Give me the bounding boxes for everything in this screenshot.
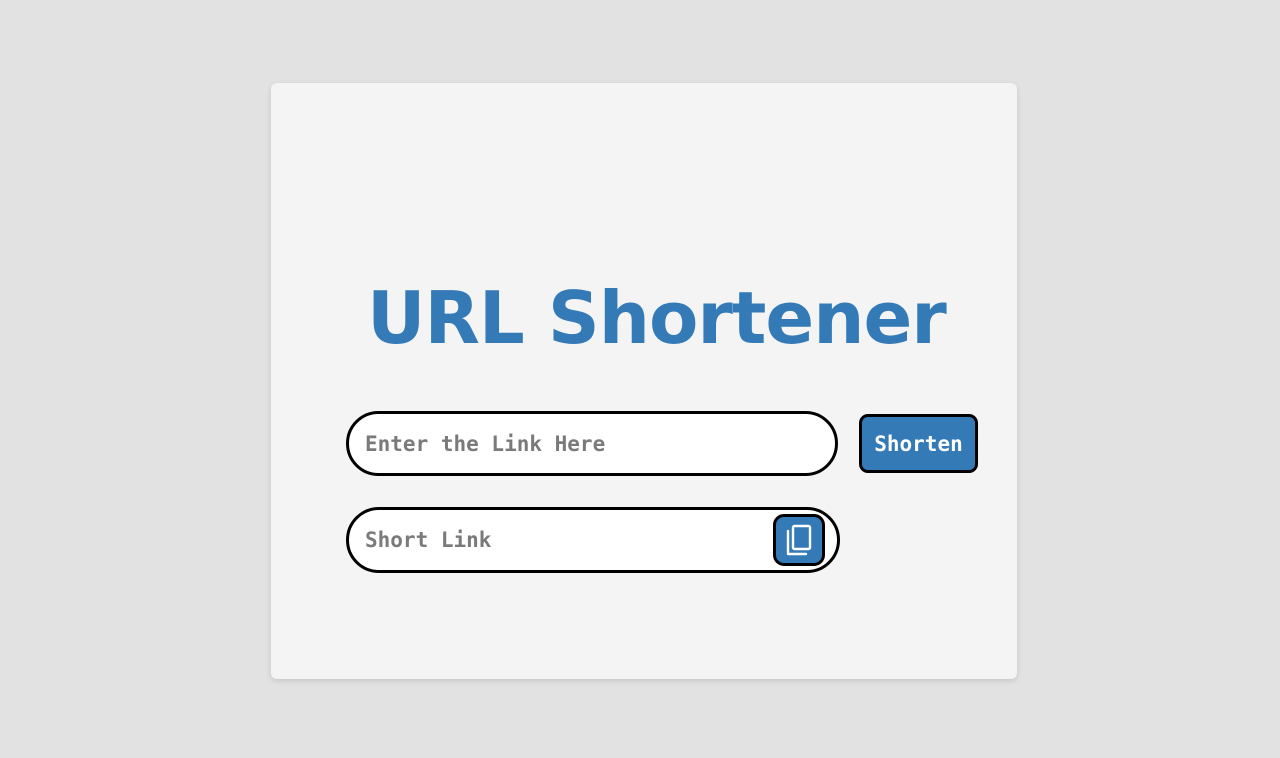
short-link-input[interactable] (365, 510, 755, 570)
copy-button[interactable] (773, 514, 825, 566)
short-link-field (346, 507, 840, 573)
page-title: URL Shortener (367, 276, 947, 360)
shortener-card: URL Shortener Shorten (271, 83, 1017, 679)
shorten-button[interactable]: Shorten (859, 414, 978, 473)
copy-icon (785, 524, 813, 556)
link-input[interactable] (346, 411, 838, 476)
